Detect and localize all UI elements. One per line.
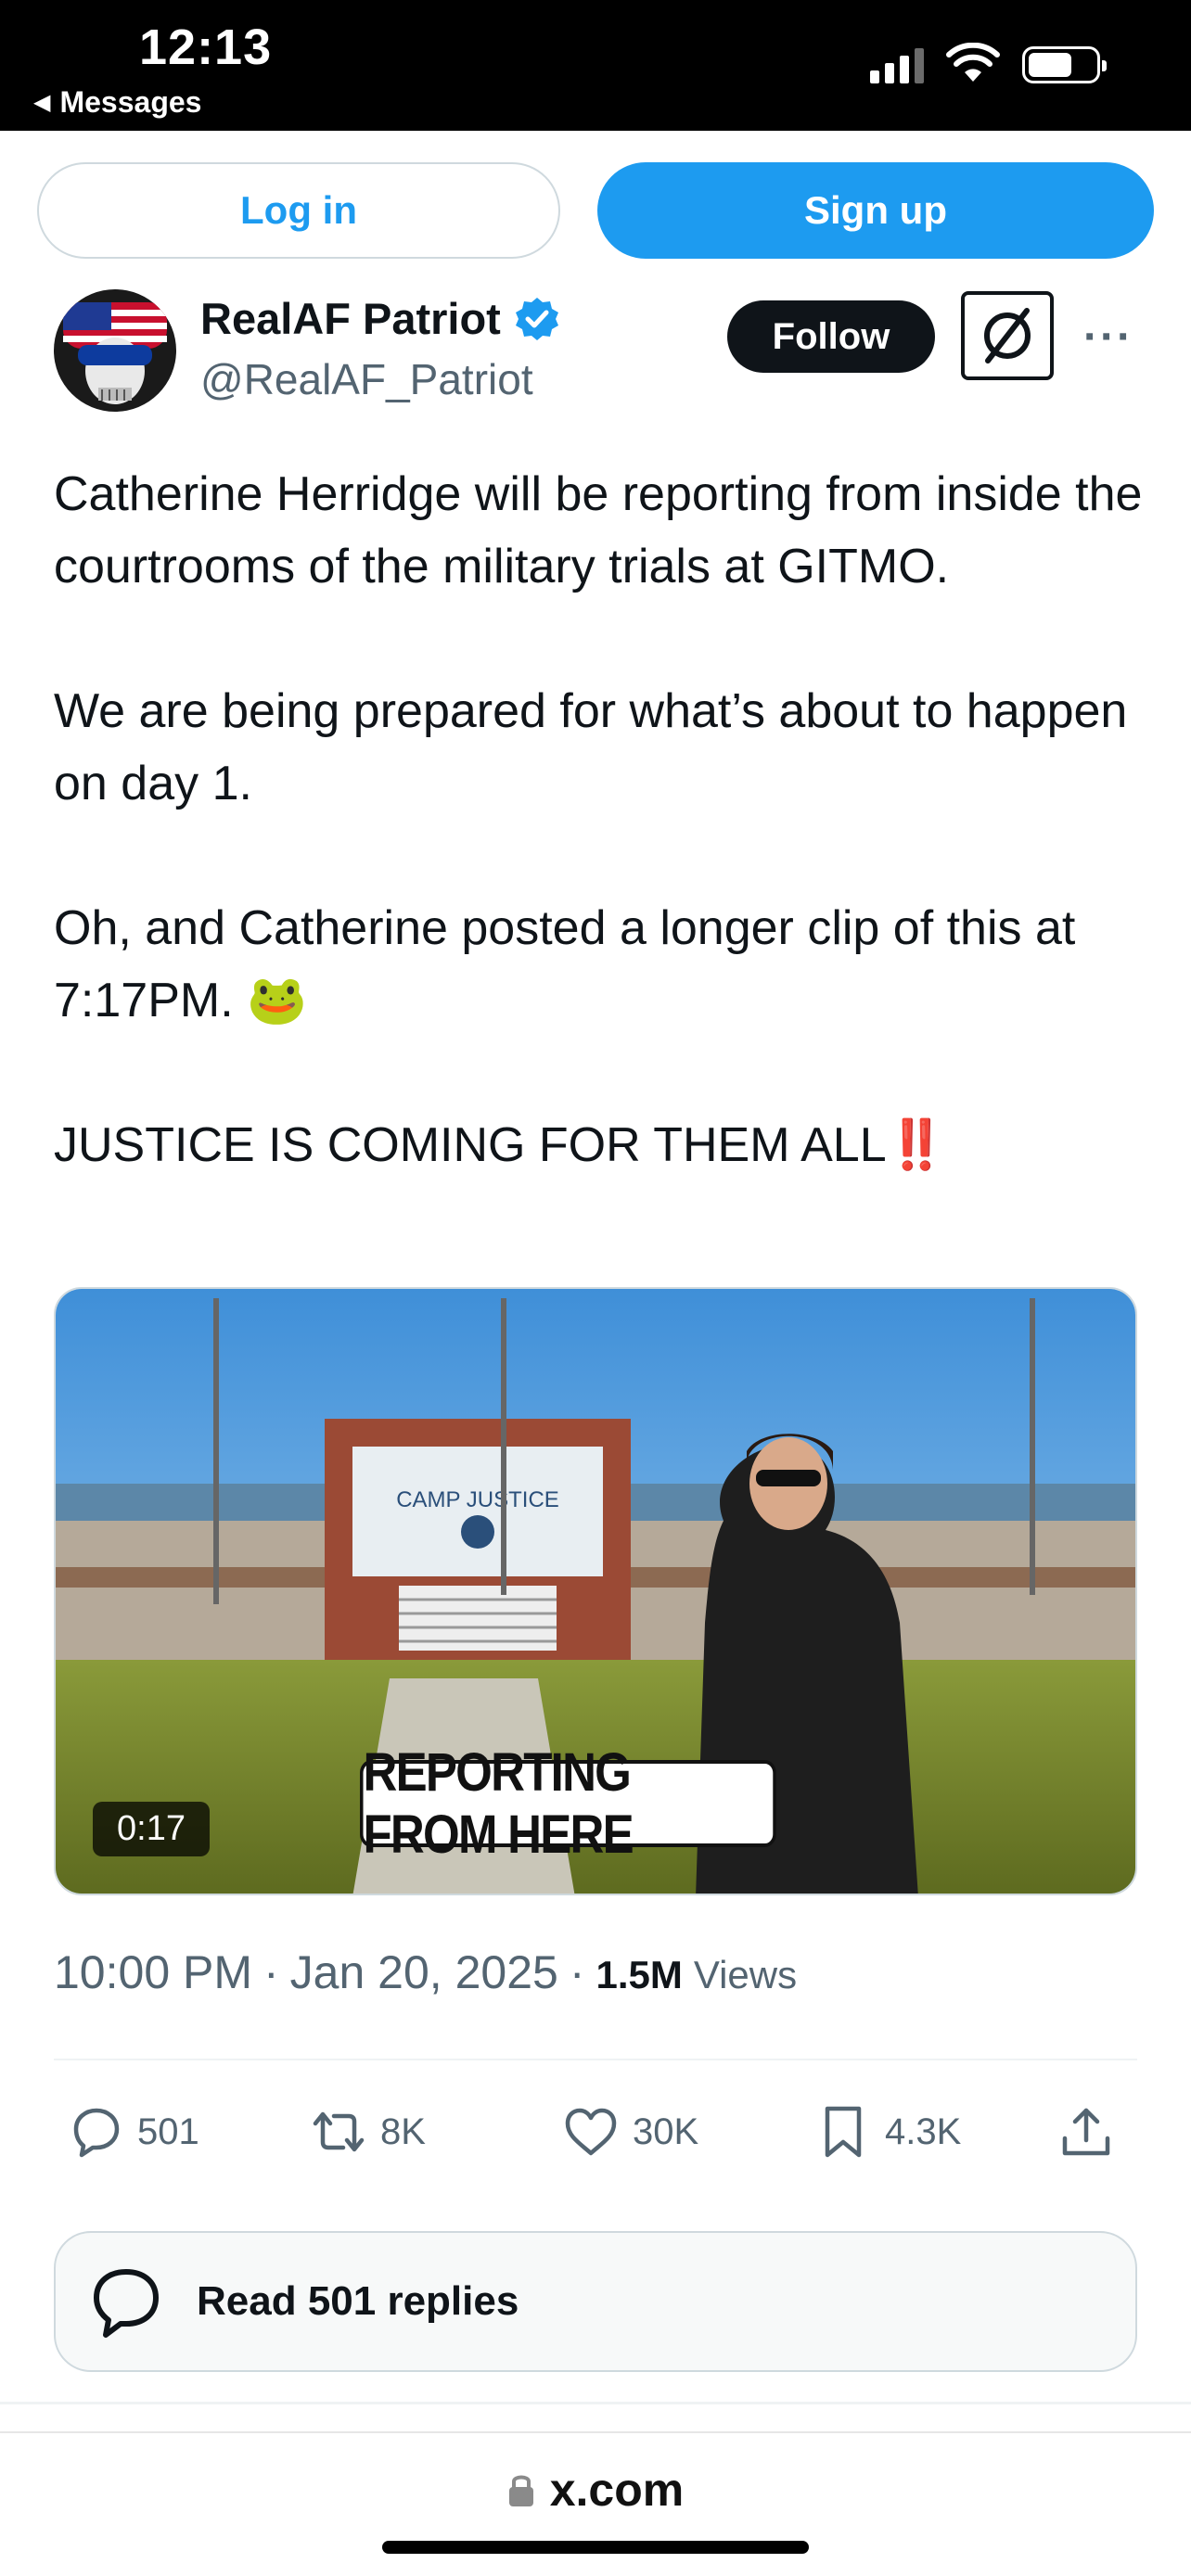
bookmark-icon	[825, 2106, 862, 2158]
like-count: 30K	[633, 2111, 699, 2152]
divider	[0, 2402, 1191, 2404]
back-to-messages[interactable]: ◀ Messages	[33, 85, 201, 120]
lock-icon	[508, 2475, 533, 2506]
meta-separator: ·	[263, 1946, 279, 1998]
back-arrow-icon: ◀	[33, 90, 51, 115]
meta-separator: ·	[569, 1946, 585, 1998]
more-options-icon[interactable]: ···	[1083, 312, 1133, 363]
grok-icon[interactable]	[961, 291, 1054, 380]
replies-bubble-icon	[94, 2269, 159, 2338]
reply-count: 501	[137, 2111, 199, 2152]
url-domain: x.com	[549, 2464, 685, 2516]
author-display-name: RealAF Patriot	[200, 294, 501, 343]
views-count: 1.5M	[596, 1953, 683, 1996]
tweet-paragraph: We are being prepared for what’s about t…	[54, 684, 1128, 810]
video-player[interactable]: CAMP JUSTICE 0:17 REPORTING FROM HERE	[54, 1287, 1137, 1895]
reply-icon	[73, 2108, 120, 2158]
back-label: Messages	[59, 85, 202, 119]
video-duration: 0:17	[93, 1802, 210, 1856]
heart-icon	[565, 2108, 617, 2156]
avatar[interactable]	[54, 289, 176, 412]
wifi-icon	[946, 43, 1000, 82]
browser-url-bar[interactable]: x.com	[0, 2448, 1191, 2531]
views-label: Views	[693, 1953, 798, 1996]
divider	[0, 2431, 1191, 2433]
camp-justice-sign: CAMP JUSTICE	[396, 1487, 559, 1512]
repost-icon	[313, 2111, 365, 2152]
action-bar: 501 8K 30K 4.3K	[67, 2103, 1124, 2168]
login-button[interactable]: Log in	[37, 162, 560, 259]
like-button[interactable]: 30K	[562, 2103, 698, 2161]
auth-buttons: Log in Sign up	[37, 162, 1154, 259]
cellular-signal-icon	[870, 46, 924, 83]
tweet-paragraph: Oh, and Catherine posted a longer clip o…	[54, 901, 1076, 1027]
repost-count: 8K	[380, 2111, 426, 2152]
tweet-paragraph: Catherine Herridge will be reporting fro…	[54, 467, 1143, 593]
tweet-meta: 10:00 PM · Jan 20, 2025 · 1.5M Views	[54, 1945, 797, 1999]
repost-button[interactable]: 8K	[310, 2103, 426, 2161]
tweet-date[interactable]: Jan 20, 2025	[290, 1945, 558, 1999]
bookmark-count: 4.3K	[885, 2111, 962, 2152]
follow-button[interactable]: Follow	[727, 300, 935, 373]
divider	[54, 2059, 1137, 2060]
battery-icon	[1022, 46, 1107, 83]
read-replies-button[interactable]: Read 501 replies	[54, 2231, 1137, 2372]
video-caption: REPORTING FROM HERE	[360, 1742, 776, 1865]
signup-button[interactable]: Sign up	[597, 162, 1154, 259]
verified-badge-icon	[515, 297, 558, 340]
share-button[interactable]	[1057, 2103, 1115, 2161]
status-icons	[870, 43, 1107, 83]
tweet-time[interactable]: 10:00 PM	[54, 1945, 252, 1999]
status-bar: 12:13 ◀ Messages	[0, 0, 1191, 131]
tweet-text: Catherine Herridge will be reporting fro…	[54, 458, 1148, 1181]
read-replies-label: Read 501 replies	[197, 2278, 519, 2324]
reply-button[interactable]: 501	[67, 2103, 199, 2161]
bookmark-button[interactable]: 4.3K	[814, 2103, 961, 2161]
home-indicator[interactable]	[382, 2541, 809, 2554]
author-handle[interactable]: @RealAF_Patriot	[200, 354, 533, 404]
author-name[interactable]: RealAF Patriot	[200, 293, 560, 344]
share-icon	[1062, 2108, 1110, 2156]
status-time: 12:13	[139, 19, 273, 75]
tweet-paragraph: JUSTICE IS COMING FOR THEM ALL‼️	[54, 1118, 947, 1172]
